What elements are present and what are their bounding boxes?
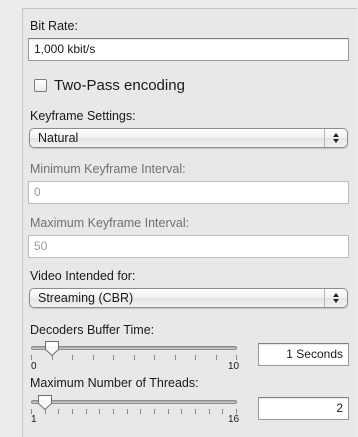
slider-tick bbox=[181, 409, 182, 414]
slider-tick bbox=[140, 409, 141, 414]
video-intended-popup[interactable]: Streaming (CBR) bbox=[29, 288, 348, 308]
slider-tick bbox=[127, 409, 128, 414]
buffer-min-label: 0 bbox=[31, 361, 37, 372]
slider-tick bbox=[195, 409, 196, 414]
keyframe-settings-popup[interactable]: Natural bbox=[29, 128, 348, 148]
slider-tick bbox=[86, 409, 87, 414]
decoders-buffer-field[interactable]: 1 Seconds bbox=[258, 343, 349, 366]
slider-tick bbox=[209, 409, 210, 414]
buffer-max-label: 10 bbox=[228, 361, 240, 372]
slider-knob[interactable] bbox=[44, 340, 60, 362]
keyframe-settings-label: Keyframe Settings: bbox=[30, 109, 136, 123]
decoders-buffer-slider[interactable] bbox=[31, 340, 237, 362]
min-keyframe-field[interactable]: 0 bbox=[28, 181, 349, 204]
slider-tick bbox=[175, 355, 176, 360]
bit-rate-field[interactable]: 1,000 kbit/s bbox=[28, 38, 349, 61]
slider-tick bbox=[222, 409, 223, 414]
slider-tick bbox=[216, 355, 217, 360]
popup-arrows-icon bbox=[324, 129, 347, 147]
keyframe-settings-value: Natural bbox=[38, 131, 79, 145]
slider-track bbox=[31, 346, 237, 350]
video-intended-value: Streaming (CBR) bbox=[38, 291, 134, 305]
slider-tick bbox=[58, 409, 59, 414]
slider-tick bbox=[113, 355, 114, 360]
slider-tick bbox=[168, 409, 169, 414]
slider-ticks bbox=[31, 409, 237, 415]
min-keyframe-label: Minimum Keyframe Interval: bbox=[30, 162, 186, 176]
slider-tick bbox=[93, 355, 94, 360]
threads-slider[interactable] bbox=[31, 394, 237, 416]
slider-tick bbox=[99, 409, 100, 414]
slider-tick bbox=[113, 409, 114, 414]
slider-tick bbox=[72, 355, 73, 360]
max-keyframe-label: Maximum Keyframe Interval: bbox=[30, 216, 190, 230]
two-pass-checkbox[interactable] bbox=[34, 79, 47, 92]
slider-tick bbox=[134, 355, 135, 360]
slider-tick bbox=[195, 355, 196, 360]
threads-label: Maximum Number of Threads: bbox=[30, 376, 199, 390]
slider-tick bbox=[31, 355, 32, 360]
slider-tick bbox=[154, 355, 155, 360]
slider-tick bbox=[72, 409, 73, 414]
video-intended-label: Video Intended for: bbox=[30, 269, 136, 283]
slider-knob[interactable] bbox=[37, 394, 53, 416]
bit-rate-label: Bit Rate: bbox=[30, 19, 78, 33]
slider-tick bbox=[236, 355, 237, 360]
threads-field[interactable]: 2 bbox=[258, 397, 349, 420]
threads-max-label: 16 bbox=[228, 414, 240, 425]
decoders-buffer-label: Decoders Buffer Time: bbox=[30, 323, 155, 337]
popup-arrows-icon bbox=[324, 289, 347, 307]
slider-track bbox=[31, 400, 237, 404]
slider-tick bbox=[154, 409, 155, 414]
max-keyframe-field[interactable]: 50 bbox=[28, 235, 349, 258]
threads-min-label: 1 bbox=[31, 414, 37, 425]
two-pass-label: Two-Pass encoding bbox=[54, 77, 185, 94]
slider-ticks bbox=[31, 355, 237, 361]
